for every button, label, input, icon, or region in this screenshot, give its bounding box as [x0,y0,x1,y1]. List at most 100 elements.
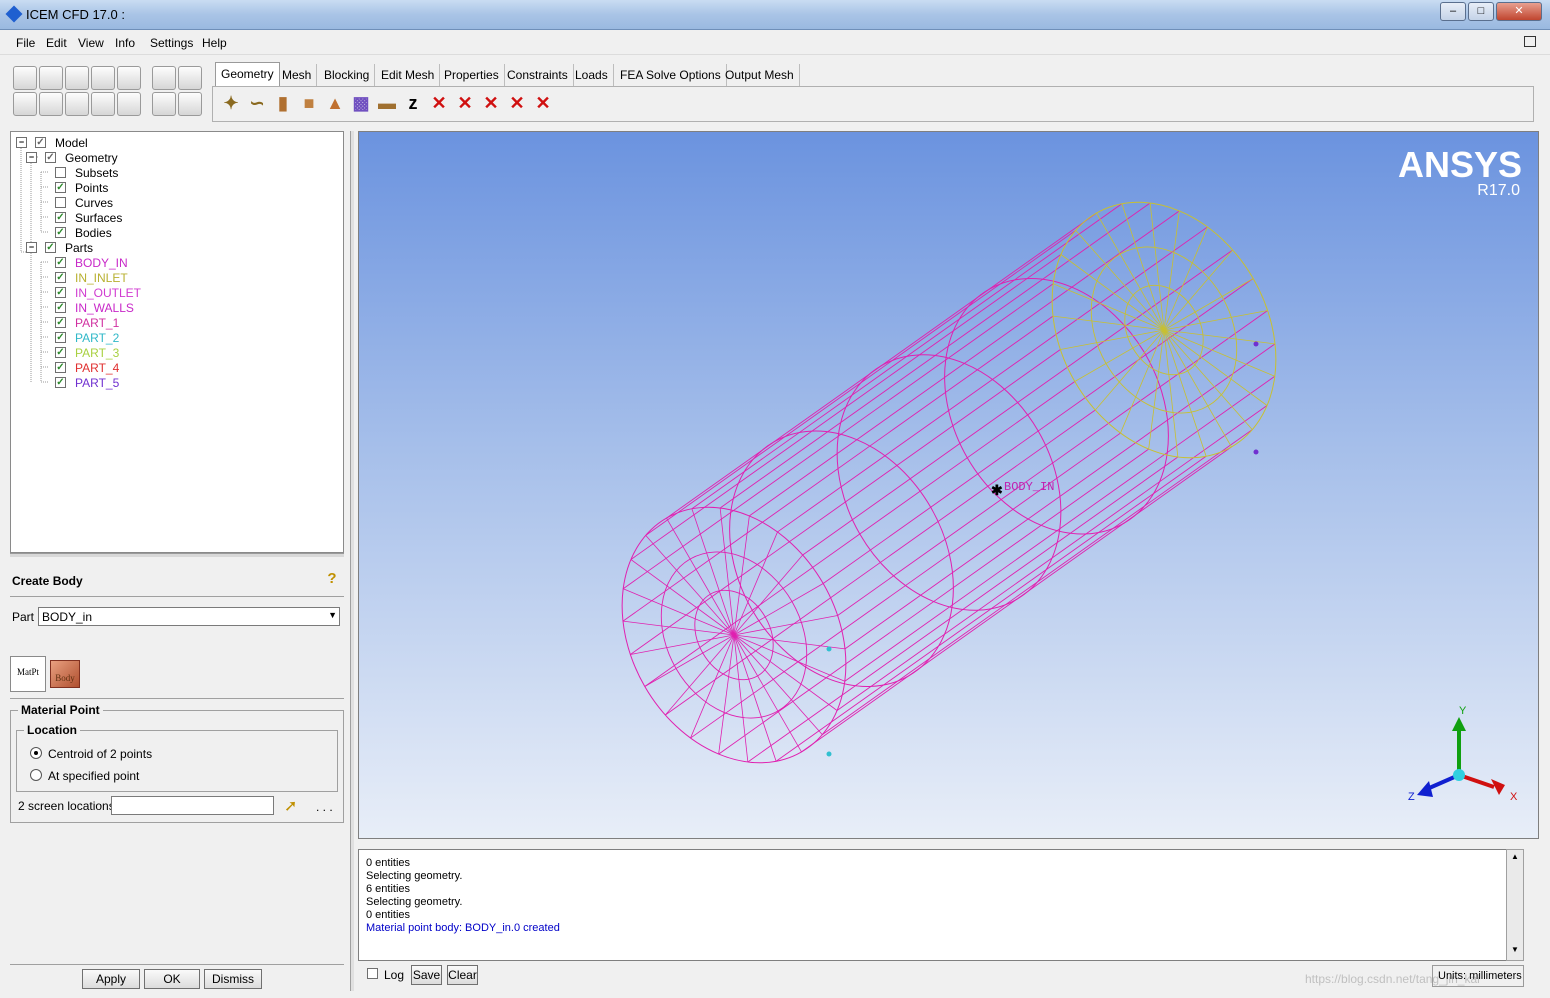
part-select[interactable]: BODY_in ▼ [38,607,340,626]
geometry-point[interactable] [826,751,832,757]
minimize-button[interactable]: – [1440,2,1466,21]
fit-window-icon[interactable] [13,92,37,116]
delete-point-icon[interactable]: ✕ [428,92,450,116]
tree-part-part-4[interactable]: PART_4 [75,361,119,375]
part-checkbox[interactable]: ✓ [55,317,66,328]
tree-item-subsets[interactable]: Subsets [75,166,118,180]
tree-item-bodies[interactable]: Bodies [75,226,112,240]
maximize-button[interactable]: □ [1468,2,1494,21]
tree-part-in-walls[interactable]: IN_WALLS [75,301,134,315]
message-scrollbar[interactable]: ▲ ▼ [1506,849,1524,961]
model-expander[interactable]: − [16,137,27,148]
tree-geometry[interactable]: Geometry [65,151,118,165]
save-icon[interactable] [39,66,63,90]
parts-checkbox[interactable]: ✓ [45,242,56,253]
tree-item-points[interactable]: Points [75,181,108,195]
cylinder-wireframe[interactable] [359,132,1539,839]
scroll-up-icon[interactable]: ▲ [1509,852,1521,864]
create-body-icon[interactable]: ■ [298,92,320,116]
vertical-splitter[interactable] [350,131,354,991]
part-checkbox[interactable]: ✓ [55,377,66,388]
tab-constraints[interactable]: Constraints [502,64,574,86]
radio-centroid[interactable] [30,747,42,759]
tree-part-in-outlet[interactable]: IN_OUTLET [75,286,141,300]
geometry-item-checkbox[interactable]: ✓ [55,227,66,238]
save-log-button[interactable]: Save [411,965,442,985]
create-point-icon[interactable]: ✦ [220,92,242,116]
tree-item-surfaces[interactable]: Surfaces [75,211,122,225]
tree-parts[interactable]: Parts [65,241,93,255]
ok-button[interactable]: OK [144,969,200,989]
delete-curve-icon[interactable]: ✕ [454,92,476,116]
tab-edit-mesh[interactable]: Edit Mesh [376,64,441,86]
refresh-icon[interactable] [117,92,141,116]
apply-button[interactable]: Apply [82,969,140,989]
delete-any-entity-icon[interactable]: ✕ [532,92,554,116]
menu-help[interactable]: Help [202,36,227,50]
geometry-checkbox[interactable]: ✓ [45,152,56,163]
tab-properties[interactable]: Properties [439,64,505,86]
geometry-point[interactable] [826,646,832,652]
measure-icon[interactable] [65,92,89,116]
coordinate-icon[interactable] [91,92,115,116]
tree-item-curves[interactable]: Curves [75,196,113,210]
solid-icon[interactable] [178,92,202,116]
scroll-down-icon[interactable]: ▼ [1509,945,1521,957]
log-checkbox[interactable] [367,968,378,979]
part-checkbox[interactable]: ✓ [55,347,66,358]
tree-model[interactable]: Model [55,136,88,150]
model-checkbox[interactable]: ✓ [35,137,46,148]
part-checkbox[interactable]: ✓ [55,362,66,373]
material-point-tool[interactable]: MatPt [10,656,46,692]
undo-icon[interactable] [152,66,176,90]
tab-fea-solve-options[interactable]: FEA Solve Options [615,64,727,86]
tree-part-part-3[interactable]: PART_3 [75,346,119,360]
parts-expander[interactable]: − [26,242,37,253]
close-button[interactable]: ✕ [1496,2,1542,21]
splitter[interactable] [10,553,344,557]
delete-surface-icon[interactable]: ✕ [480,92,502,116]
select-cursor-icon[interactable]: ➚ [284,796,297,816]
open-icon[interactable] [13,66,37,90]
dismiss-button[interactable]: Dismiss [204,969,262,989]
menu-info[interactable]: Info [115,36,135,50]
chevron-down-icon[interactable]: ▼ [328,610,337,620]
tree-part-part-2[interactable]: PART_2 [75,331,119,345]
tree-part-body-in[interactable]: BODY_IN [75,256,128,270]
open-geometry-icon[interactable] [65,66,89,90]
screen-locations-input[interactable] [111,796,274,815]
graphics-viewport[interactable]: ANSYS R17.0 ✱ BODY_IN Y X Z [358,131,1539,839]
tab-loads[interactable]: Loads [570,64,614,86]
sleep-icon[interactable]: z [402,92,424,116]
message-window[interactable]: 0 entities Selecting geometry. 6 entities S… [358,849,1524,961]
midsurface-icon[interactable]: ▬ [376,92,398,116]
transform-geometry-icon[interactable]: ▩ [350,92,372,116]
geometry-expander[interactable]: − [26,152,37,163]
menu-settings[interactable]: Settings [150,36,193,50]
tab-blocking[interactable]: Blocking [319,64,376,86]
open-mesh-icon[interactable] [91,66,115,90]
wireframe-icon[interactable] [152,92,176,116]
tab-mesh[interactable]: Mesh [277,64,318,86]
tree-part-in-inlet[interactable]: IN_INLET [75,271,128,285]
geometry-item-checkbox[interactable]: ✓ [55,182,66,193]
geometry-item-checkbox[interactable]: ✓ [55,212,66,223]
tab-geometry[interactable]: Geometry [215,62,280,86]
delete-body-icon[interactable]: ✕ [506,92,528,116]
part-checkbox[interactable]: ✓ [55,302,66,313]
tab-output-mesh[interactable]: Output Mesh [720,64,800,86]
part-checkbox[interactable]: ✓ [55,332,66,343]
geometry-point[interactable] [1253,449,1259,455]
redo-icon[interactable] [178,66,202,90]
body-tool[interactable]: Body [50,660,80,688]
repair-geometry-icon[interactable]: ▲ [324,92,346,116]
restore-panel-icon[interactable] [1524,36,1536,47]
geometry-item-checkbox[interactable] [55,167,66,178]
part-checkbox[interactable]: ✓ [55,272,66,283]
tree-part-part-5[interactable]: PART_5 [75,376,119,390]
menu-file[interactable]: File [16,36,35,50]
create-curve-icon[interactable]: ∽ [246,92,268,116]
more-button[interactable]: . . . [316,800,333,814]
part-checkbox[interactable]: ✓ [55,257,66,268]
part-checkbox[interactable]: ✓ [55,287,66,298]
